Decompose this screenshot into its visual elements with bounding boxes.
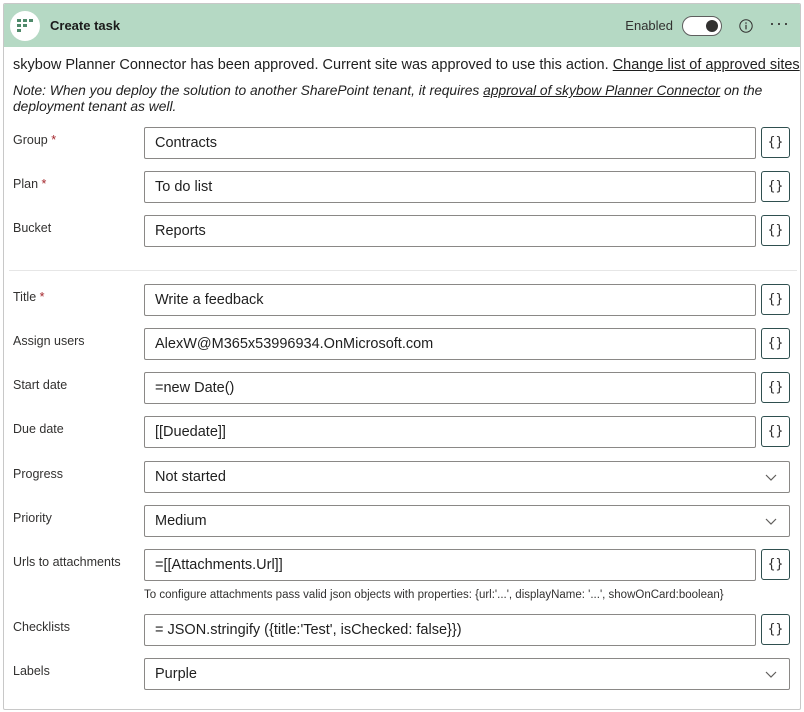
deployment-note: Note: When you deploy the solution to an… bbox=[13, 83, 793, 115]
checklists-dynamic-value-button[interactable]: {} bbox=[761, 614, 790, 645]
assign-users-input[interactable]: AlexW@M365x53996934.OnMicrosoft.com bbox=[144, 328, 756, 360]
change-approved-sites-link[interactable]: Change list of approved sites bbox=[613, 57, 800, 73]
labels-dropdown[interactable]: Purple bbox=[144, 658, 790, 690]
bucket-row: Bucket Reports {} bbox=[4, 213, 800, 247]
urls-input[interactable]: =[[Attachments.Url]] bbox=[144, 549, 756, 581]
assign-users-dynamic-value-button[interactable]: {} bbox=[761, 328, 790, 359]
priority-selected-value: Medium bbox=[155, 513, 207, 529]
chevron-down-icon bbox=[765, 474, 777, 481]
title-label: Title * bbox=[13, 290, 45, 304]
group-row: Group * Contracts {} bbox=[4, 125, 800, 159]
priority-row: Priority Medium bbox=[4, 503, 800, 537]
plan-row: Plan * To do list {} bbox=[4, 169, 800, 203]
create-task-panel: Create task Enabled ··· skybow Planner C… bbox=[3, 3, 801, 710]
start-date-row: Start date =new Date() {} bbox=[4, 370, 800, 404]
checklists-input[interactable]: = JSON.stringify ({title:'Test', isCheck… bbox=[144, 614, 756, 646]
progress-dropdown[interactable]: Not started bbox=[144, 461, 790, 493]
priority-label: Priority bbox=[13, 511, 52, 525]
title-dynamic-value-button[interactable]: {} bbox=[761, 284, 790, 315]
bucket-dynamic-value-button[interactable]: {} bbox=[761, 215, 790, 246]
checklists-label: Checklists bbox=[13, 620, 70, 634]
group-label: Group * bbox=[13, 133, 57, 147]
urls-label: Urls to attachments bbox=[13, 555, 121, 569]
priority-dropdown[interactable]: Medium bbox=[144, 505, 790, 537]
panel-title: Create task bbox=[50, 18, 121, 33]
approval-link[interactable]: approval of skybow Planner Connector bbox=[483, 83, 720, 98]
note-prefix: Note: When you deploy the solution to an… bbox=[13, 83, 480, 98]
bucket-input[interactable]: Reports bbox=[144, 215, 756, 247]
checklists-row: Checklists = JSON.stringify ({title:'Tes… bbox=[4, 612, 800, 646]
plan-dynamic-value-button[interactable]: {} bbox=[761, 171, 790, 202]
plan-input[interactable]: To do list bbox=[144, 171, 756, 203]
panel-header: Create task Enabled ··· bbox=[4, 4, 800, 47]
assign-users-row: Assign users AlexW@M365x53996934.OnMicro… bbox=[4, 326, 800, 360]
info-icon[interactable] bbox=[737, 17, 755, 35]
start-date-input[interactable]: =new Date() bbox=[144, 372, 756, 404]
start-date-label: Start date bbox=[13, 378, 68, 392]
start-date-dynamic-value-button[interactable]: {} bbox=[761, 372, 790, 403]
labels-selected-value: Purple bbox=[155, 666, 197, 682]
enabled-label: Enabled bbox=[625, 18, 674, 33]
chevron-down-icon bbox=[765, 671, 777, 678]
enabled-toggle[interactable] bbox=[682, 15, 723, 36]
labels-row: Labels Purple bbox=[4, 656, 800, 690]
progress-label: Progress bbox=[13, 467, 64, 481]
group-input[interactable]: Contracts bbox=[144, 127, 756, 159]
chevron-down-icon bbox=[765, 518, 777, 525]
bucket-label: Bucket bbox=[13, 221, 52, 235]
urls-dynamic-value-button[interactable]: {} bbox=[761, 549, 790, 580]
urls-row: Urls to attachments =[[Attachments.Url]]… bbox=[4, 547, 800, 581]
title-input[interactable]: Write a feedback bbox=[144, 284, 756, 316]
planner-app-icon bbox=[10, 10, 40, 41]
due-date-dynamic-value-button[interactable]: {} bbox=[761, 416, 790, 447]
section-divider bbox=[9, 270, 797, 271]
progress-row: Progress Not started bbox=[4, 459, 800, 493]
toggle-knob bbox=[706, 19, 719, 32]
labels-label: Labels bbox=[13, 664, 50, 678]
due-date-label: Due date bbox=[13, 422, 64, 436]
progress-selected-value: Not started bbox=[155, 469, 226, 485]
urls-hint: To configure attachments pass valid json… bbox=[144, 589, 724, 601]
more-options-icon[interactable]: ··· bbox=[769, 14, 790, 34]
plan-label: Plan * bbox=[13, 177, 47, 191]
approval-text: skybow Planner Connector has been approv… bbox=[13, 57, 609, 73]
group-dynamic-value-button[interactable]: {} bbox=[761, 127, 790, 158]
due-date-input[interactable]: [[Duedate]] bbox=[144, 416, 756, 448]
approval-message: skybow Planner Connector has been approv… bbox=[13, 57, 800, 73]
title-row: Title * Write a feedback {} bbox=[4, 282, 800, 316]
assign-users-label: Assign users bbox=[13, 334, 85, 348]
due-date-row: Due date [[Duedate]] {} bbox=[4, 414, 800, 448]
